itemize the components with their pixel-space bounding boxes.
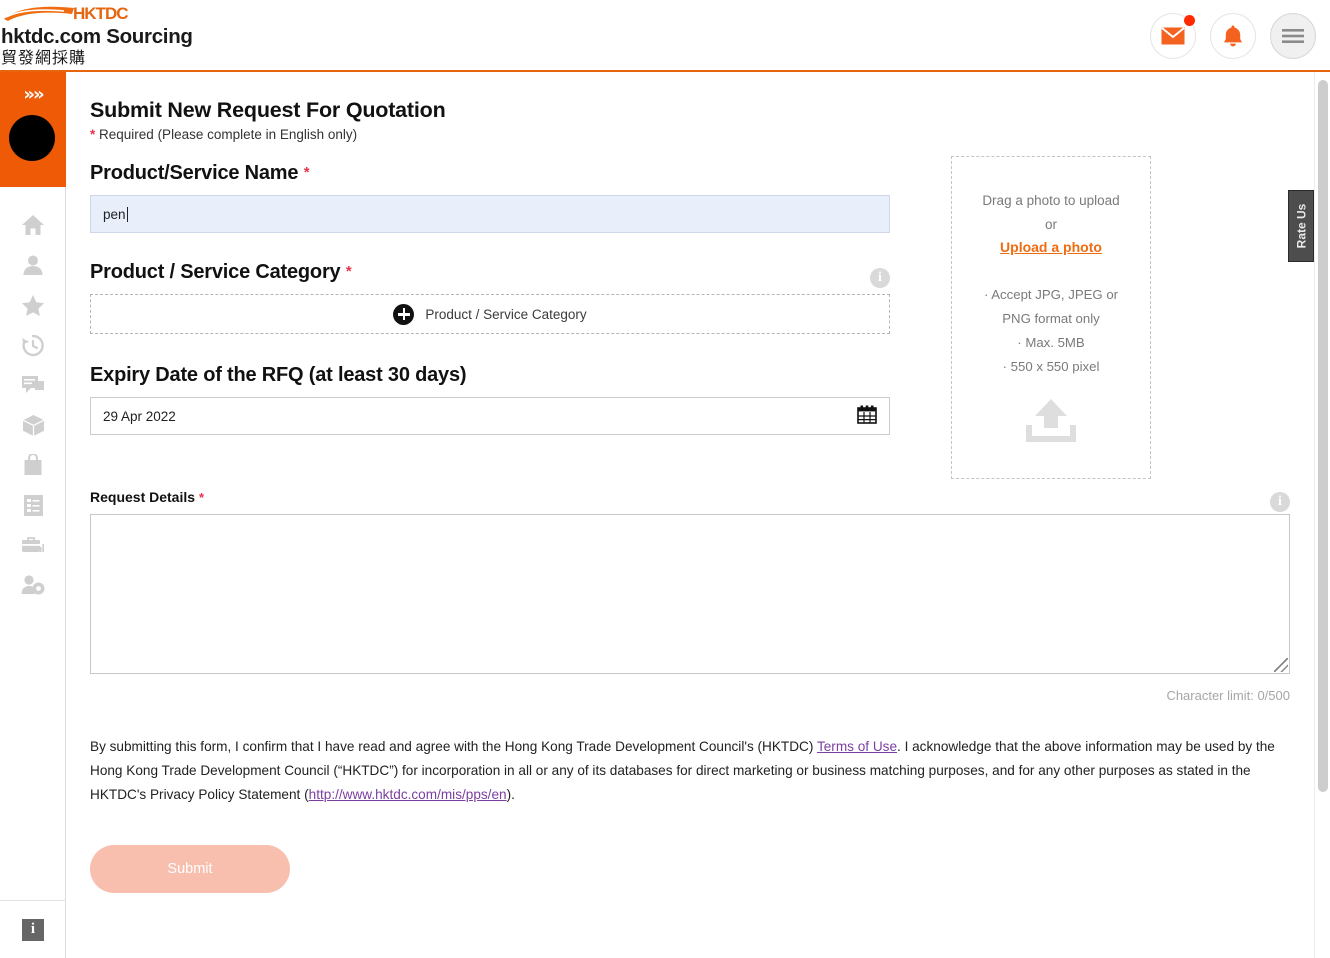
messages-button[interactable] xyxy=(1150,13,1196,59)
photo-upload-dropzone[interactable]: Drag a photo to upload or Upload a photo… xyxy=(951,156,1151,479)
brand-logo[interactable]: HKTDC hktdc.com Sourcing 貿發網採購 xyxy=(0,4,193,68)
category-label-row: Product / Service Category * i xyxy=(90,261,890,294)
category-label: Product / Service Category * xyxy=(90,261,352,284)
hamburger-menu-icon xyxy=(1282,29,1304,43)
rate-us-tab[interactable]: Rate Us xyxy=(1288,190,1314,262)
sidebar-collapse-icon[interactable]: »» xyxy=(0,84,66,105)
upload-spec-3: · 550 x 550 pixel xyxy=(1002,359,1100,374)
product-name-label-text: Product/Service Name xyxy=(90,162,299,184)
notifications-button[interactable] xyxy=(1210,13,1256,59)
info-icon[interactable]: i xyxy=(22,918,44,941)
expiry-date-value: 29 Apr 2022 xyxy=(103,408,176,424)
request-details-label: Request Details * xyxy=(90,489,204,505)
upload-or-text: or xyxy=(1044,217,1057,232)
shopping-bag-icon xyxy=(24,454,42,475)
category-asterisk: * xyxy=(345,263,352,280)
request-details-textarea[interactable] xyxy=(90,514,1290,674)
category-picker-button[interactable]: Product / Service Category xyxy=(90,294,890,334)
upload-arrow-icon xyxy=(952,397,1150,443)
sidebar-item-home[interactable] xyxy=(0,205,66,245)
avatar[interactable] xyxy=(9,115,55,161)
hktdc-wordmark: HKTDC xyxy=(73,4,128,23)
product-name-value: pen xyxy=(103,206,126,222)
history-clock-icon xyxy=(22,334,44,356)
bell-icon xyxy=(1224,25,1242,47)
rfq-form: Submit New Request For Quotation * Requi… xyxy=(66,72,1314,893)
vertical-scrollbar[interactable] xyxy=(1314,72,1330,958)
required-note: * Required (Please complete in English o… xyxy=(90,127,1290,142)
text-caret xyxy=(126,206,128,222)
upload-specs: · Accept JPG, JPEG or PNG format only · … xyxy=(952,283,1150,379)
sidebar-item-history[interactable] xyxy=(0,325,66,365)
info-circle-icon-details[interactable]: i xyxy=(1270,491,1290,512)
consent-part1: By submitting this form, I confirm that … xyxy=(90,739,817,754)
left-sidebar: »» i xyxy=(0,72,66,958)
terms-of-use-link[interactable]: Terms of Use xyxy=(817,739,897,754)
upload-a-photo-link[interactable]: Upload a photo xyxy=(1000,239,1102,255)
product-name-input[interactable]: pen xyxy=(90,195,890,233)
plus-circle-icon xyxy=(393,303,415,325)
hktdc-logo-row: HKTDC xyxy=(0,4,193,24)
category-picker-label: Product / Service Category xyxy=(425,306,587,322)
home-icon xyxy=(22,215,44,235)
category-label-text: Product / Service Category xyxy=(90,261,341,283)
main-content: Submit New Request For Quotation * Requi… xyxy=(66,72,1314,958)
sidebar-footer: i xyxy=(0,900,66,958)
consent-text: By submitting this form, I confirm that … xyxy=(90,735,1290,807)
brand-title: hktdc.com Sourcing xyxy=(1,25,193,48)
textarea-resize-handle[interactable] xyxy=(1274,658,1288,672)
briefcase-chart-icon xyxy=(22,537,44,552)
request-details-asterisk: * xyxy=(198,490,204,505)
request-details-label-row: Request Details * i xyxy=(90,489,1290,514)
checklist-icon xyxy=(23,494,43,516)
page-title: Submit New Request For Quotation xyxy=(90,98,446,122)
upload-spec-2: · Max. 5MB xyxy=(1017,335,1085,350)
person-icon xyxy=(23,255,43,275)
upload-drag-text: Drag a photo to upload xyxy=(982,193,1120,208)
required-asterisk: * xyxy=(90,127,96,142)
sidebar-item-profile[interactable] xyxy=(0,245,66,285)
sidebar-item-business[interactable] xyxy=(0,525,66,565)
scrollbar-thumb[interactable] xyxy=(1318,80,1328,792)
request-details-label-text: Request Details xyxy=(90,489,196,505)
sidebar-item-orders[interactable] xyxy=(0,445,66,485)
people-gear-icon xyxy=(21,575,45,595)
upload-spec-0: · Accept JPG, JPEG or xyxy=(983,287,1119,302)
required-note-text: Required (Please complete in English onl… xyxy=(99,127,358,142)
sidebar-item-messages[interactable] xyxy=(0,365,66,405)
app-header: HKTDC hktdc.com Sourcing 貿發網採購 xyxy=(0,0,1330,72)
menu-button[interactable] xyxy=(1270,13,1316,59)
sidebar-item-products[interactable] xyxy=(0,405,66,445)
product-name-asterisk: * xyxy=(303,164,310,181)
sidebar-item-account-settings[interactable] xyxy=(0,565,66,605)
star-icon xyxy=(22,294,44,316)
submit-button[interactable]: Submit xyxy=(90,845,290,893)
expiry-date-input[interactable]: 29 Apr 2022 xyxy=(90,397,890,435)
chat-bubble-icon xyxy=(22,375,44,393)
envelope-icon xyxy=(1161,27,1185,45)
privacy-policy-link[interactable]: http://www.hktdc.com/mis/pps/en xyxy=(309,787,507,802)
header-actions xyxy=(1150,13,1316,59)
sidebar-item-favourites[interactable] xyxy=(0,285,66,325)
box-package-icon xyxy=(22,414,44,436)
consent-part3: ). xyxy=(506,787,515,802)
brand-subtitle: 貿發網採購 xyxy=(1,48,87,67)
hktdc-swoosh-icon xyxy=(2,5,76,23)
character-limit-counter: Character limit: 0/500 xyxy=(1166,688,1290,703)
calendar-icon[interactable] xyxy=(857,405,877,427)
sidebar-item-rfq-list[interactable] xyxy=(0,485,66,525)
unread-badge xyxy=(1184,15,1195,26)
sidebar-nav xyxy=(0,187,65,605)
rate-us-label: Rate Us xyxy=(1294,203,1308,249)
sidebar-header: »» xyxy=(0,72,66,187)
upload-spec-1: PNG format only xyxy=(1002,311,1100,326)
info-circle-icon-category[interactable]: i xyxy=(870,267,890,288)
